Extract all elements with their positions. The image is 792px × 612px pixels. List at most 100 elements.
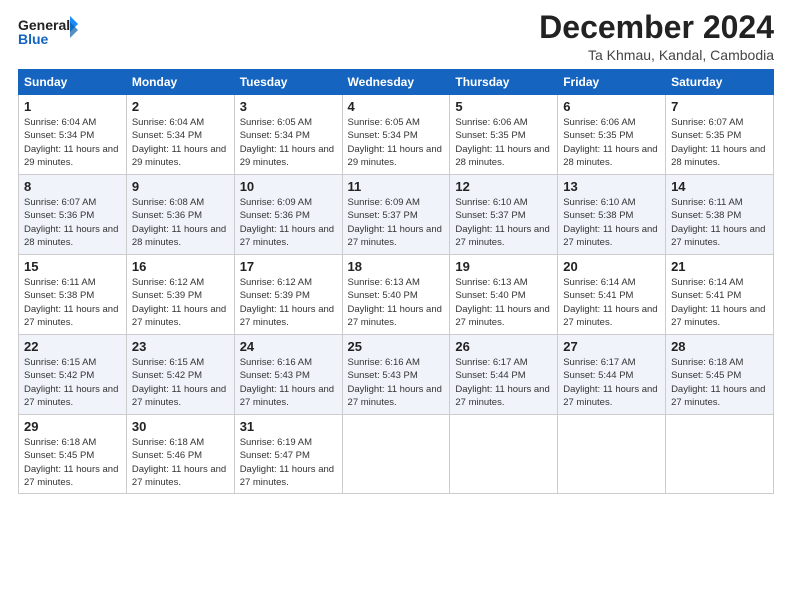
day-number: 8	[24, 179, 121, 194]
day-info: Sunrise: 6:08 AMSunset: 5:36 PMDaylight:…	[132, 196, 229, 249]
calendar-cell: 13 Sunrise: 6:10 AMSunset: 5:38 PMDayligh…	[558, 175, 666, 255]
day-info: Sunrise: 6:19 AMSunset: 5:47 PMDaylight:…	[240, 436, 337, 489]
day-number: 23	[132, 339, 229, 354]
calendar-cell: 1 Sunrise: 6:04 AMSunset: 5:34 PMDaylight…	[19, 95, 127, 175]
day-info: Sunrise: 6:11 AMSunset: 5:38 PMDaylight:…	[671, 196, 768, 249]
day-number: 10	[240, 179, 337, 194]
calendar-cell: 4Sunrise: 6:05 AMSunset: 5:34 PMDaylight…	[342, 95, 450, 175]
day-info: Sunrise: 6:12 AMSunset: 5:39 PMDaylight:…	[240, 276, 337, 329]
day-info: Sunrise: 6:07 AMSunset: 5:35 PMDaylight:…	[671, 116, 768, 169]
day-info: Sunrise: 6:17 AMSunset: 5:44 PMDaylight:…	[563, 356, 660, 409]
page: General Blue December 2024 Ta Khmau, Kan…	[0, 0, 792, 612]
calendar-cell: 15 Sunrise: 6:11 AMSunset: 5:38 PMDayligh…	[19, 255, 127, 335]
header: General Blue December 2024 Ta Khmau, Kan…	[18, 10, 774, 63]
day-number: 12	[455, 179, 552, 194]
calendar-cell: 30 Sunrise: 6:18 AMSunset: 5:46 PMDayligh…	[126, 415, 234, 494]
day-info: Sunrise: 6:11 AMSunset: 5:38 PMDaylight:…	[24, 276, 121, 329]
calendar-cell: 31Sunrise: 6:19 AMSunset: 5:47 PMDayligh…	[234, 415, 342, 494]
col-header-tuesday: Tuesday	[234, 70, 342, 95]
day-number: 3	[240, 99, 337, 114]
day-info: Sunrise: 6:14 AMSunset: 5:41 PMDaylight:…	[671, 276, 768, 329]
day-number: 17	[240, 259, 337, 274]
day-info: Sunrise: 6:06 AMSunset: 5:35 PMDaylight:…	[563, 116, 660, 169]
calendar-cell: 11Sunrise: 6:09 AMSunset: 5:37 PMDayligh…	[342, 175, 450, 255]
day-info: Sunrise: 6:12 AMSunset: 5:39 PMDaylight:…	[132, 276, 229, 329]
day-number: 21	[671, 259, 768, 274]
calendar-cell: 6 Sunrise: 6:06 AMSunset: 5:35 PMDaylight…	[558, 95, 666, 175]
calendar-cell: 26 Sunrise: 6:17 AMSunset: 5:44 PMDayligh…	[450, 335, 558, 415]
day-number: 14	[671, 179, 768, 194]
calendar-cell	[342, 415, 450, 494]
col-header-thursday: Thursday	[450, 70, 558, 95]
calendar-cell: 5 Sunrise: 6:06 AMSunset: 5:35 PMDaylight…	[450, 95, 558, 175]
calendar-cell: 8 Sunrise: 6:07 AMSunset: 5:36 PMDaylight…	[19, 175, 127, 255]
calendar-cell: 17 Sunrise: 6:12 AMSunset: 5:39 PMDayligh…	[234, 255, 342, 335]
day-info: Sunrise: 6:18 AMSunset: 5:45 PMDaylight:…	[671, 356, 768, 409]
day-info: Sunrise: 6:10 AMSunset: 5:37 PMDaylight:…	[455, 196, 552, 249]
col-header-saturday: Saturday	[666, 70, 774, 95]
day-number: 13	[563, 179, 660, 194]
day-info: Sunrise: 6:05 AMSunset: 5:34 PMDaylight:…	[240, 116, 337, 169]
day-info: Sunrise: 6:13 AMSunset: 5:40 PMDaylight:…	[348, 276, 445, 329]
calendar-cell	[558, 415, 666, 494]
day-info: Sunrise: 6:13 AMSunset: 5:40 PMDaylight:…	[455, 276, 552, 329]
day-number: 15	[24, 259, 121, 274]
day-number: 25	[348, 339, 445, 354]
col-header-monday: Monday	[126, 70, 234, 95]
col-header-friday: Friday	[558, 70, 666, 95]
day-info: Sunrise: 6:10 AMSunset: 5:38 PMDaylight:…	[563, 196, 660, 249]
calendar-table: SundayMondayTuesdayWednesdayThursdayFrid…	[18, 69, 774, 494]
day-info: Sunrise: 6:04 AMSunset: 5:34 PMDaylight:…	[24, 116, 121, 169]
col-header-sunday: Sunday	[19, 70, 127, 95]
day-number: 24	[240, 339, 337, 354]
calendar-cell: 21 Sunrise: 6:14 AMSunset: 5:41 PMDayligh…	[666, 255, 774, 335]
calendar-cell: 24 Sunrise: 6:16 AMSunset: 5:43 PMDayligh…	[234, 335, 342, 415]
calendar-cell: 7Sunrise: 6:07 AMSunset: 5:35 PMDaylight…	[666, 95, 774, 175]
day-number: 5	[455, 99, 552, 114]
logo-icon: General Blue	[18, 14, 78, 52]
calendar-cell: 3 Sunrise: 6:05 AMSunset: 5:34 PMDaylight…	[234, 95, 342, 175]
day-number: 29	[24, 419, 121, 434]
day-info: Sunrise: 6:18 AMSunset: 5:46 PMDaylight:…	[132, 436, 229, 489]
svg-text:Blue: Blue	[18, 31, 49, 47]
calendar-week-row: 15 Sunrise: 6:11 AMSunset: 5:38 PMDayligh…	[19, 255, 774, 335]
calendar-week-row: 1 Sunrise: 6:04 AMSunset: 5:34 PMDaylight…	[19, 95, 774, 175]
day-info: Sunrise: 6:16 AMSunset: 5:43 PMDaylight:…	[240, 356, 337, 409]
day-number: 6	[563, 99, 660, 114]
location: Ta Khmau, Kandal, Cambodia	[539, 47, 774, 63]
day-number: 19	[455, 259, 552, 274]
day-info: Sunrise: 6:18 AMSunset: 5:45 PMDaylight:…	[24, 436, 121, 489]
calendar-cell: 14 Sunrise: 6:11 AMSunset: 5:38 PMDayligh…	[666, 175, 774, 255]
day-number: 18	[348, 259, 445, 274]
day-number: 27	[563, 339, 660, 354]
day-number: 30	[132, 419, 229, 434]
day-info: Sunrise: 6:07 AMSunset: 5:36 PMDaylight:…	[24, 196, 121, 249]
calendar-cell	[450, 415, 558, 494]
day-number: 20	[563, 259, 660, 274]
day-info: Sunrise: 6:09 AMSunset: 5:36 PMDaylight:…	[240, 196, 337, 249]
day-number: 4	[348, 99, 445, 114]
calendar-cell: 10 Sunrise: 6:09 AMSunset: 5:36 PMDayligh…	[234, 175, 342, 255]
calendar-cell: 12 Sunrise: 6:10 AMSunset: 5:37 PMDayligh…	[450, 175, 558, 255]
calendar-cell: 9 Sunrise: 6:08 AMSunset: 5:36 PMDaylight…	[126, 175, 234, 255]
calendar-cell: 18 Sunrise: 6:13 AMSunset: 5:40 PMDayligh…	[342, 255, 450, 335]
calendar-cell: 29 Sunrise: 6:18 AMSunset: 5:45 PMDayligh…	[19, 415, 127, 494]
calendar-cell: 20Sunrise: 6:14 AMSunset: 5:41 PMDayligh…	[558, 255, 666, 335]
month-title: December 2024	[539, 10, 774, 45]
calendar-cell: 22Sunrise: 6:15 AMSunset: 5:42 PMDayligh…	[19, 335, 127, 415]
calendar-cell: 28 Sunrise: 6:18 AMSunset: 5:45 PMDayligh…	[666, 335, 774, 415]
day-number: 1	[24, 99, 121, 114]
day-number: 28	[671, 339, 768, 354]
day-number: 9	[132, 179, 229, 194]
day-number: 11	[348, 179, 445, 194]
calendar-cell: 16Sunrise: 6:12 AMSunset: 5:39 PMDayligh…	[126, 255, 234, 335]
calendar-cell	[666, 415, 774, 494]
day-number: 26	[455, 339, 552, 354]
logo: General Blue	[18, 10, 78, 52]
calendar-cell: 19 Sunrise: 6:13 AMSunset: 5:40 PMDayligh…	[450, 255, 558, 335]
calendar-cell: 27 Sunrise: 6:17 AMSunset: 5:44 PMDayligh…	[558, 335, 666, 415]
title-block: December 2024 Ta Khmau, Kandal, Cambodia	[539, 10, 774, 63]
day-info: Sunrise: 6:17 AMSunset: 5:44 PMDaylight:…	[455, 356, 552, 409]
day-info: Sunrise: 6:06 AMSunset: 5:35 PMDaylight:…	[455, 116, 552, 169]
day-info: Sunrise: 6:15 AMSunset: 5:42 PMDaylight:…	[24, 356, 121, 409]
